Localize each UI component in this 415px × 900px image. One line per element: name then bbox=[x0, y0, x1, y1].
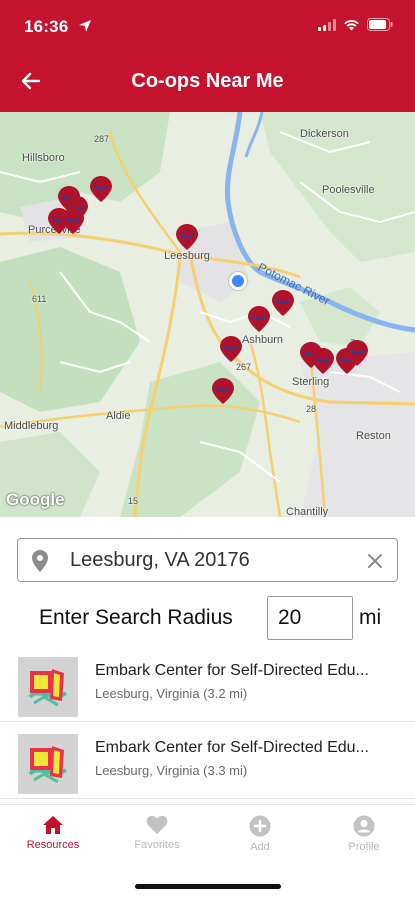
search-radius-input[interactable] bbox=[267, 596, 353, 640]
tab-profile[interactable]: Profile bbox=[319, 815, 409, 853]
map-label-middleburg: Middleburg bbox=[4, 420, 59, 432]
route-shield-15: 15 bbox=[128, 496, 139, 506]
map-background bbox=[0, 112, 415, 517]
search-radius-row: Enter Search Radius mi bbox=[0, 596, 415, 640]
signal-icon bbox=[318, 18, 336, 31]
result-thumbnail bbox=[18, 657, 78, 717]
map-label-ashburn: Ashburn bbox=[242, 334, 283, 346]
map-view[interactable]: Hillsboro Purcellville Leesburg Dickerso… bbox=[0, 112, 415, 517]
map-marker-pin[interactable] bbox=[220, 336, 242, 362]
profile-icon bbox=[353, 815, 375, 837]
map-label-hillsboro: Hillsboro bbox=[22, 152, 65, 164]
route-shield-287: 287 bbox=[94, 134, 110, 144]
map-marker-pin[interactable] bbox=[346, 340, 368, 366]
result-item[interactable]: Embark Center for Self-Directed Edu... L… bbox=[0, 650, 415, 722]
tab-resources[interactable]: Resources bbox=[8, 815, 98, 851]
map-label-leesburg: Leesburg bbox=[164, 250, 210, 262]
map-marker-pin[interactable] bbox=[176, 224, 198, 250]
result-location: Leesburg, Virginia (3.3 mi) bbox=[95, 763, 248, 778]
tab-label-resources: Resources bbox=[26, 839, 80, 851]
result-title: Embark Center for Self-Directed Edu... bbox=[95, 662, 369, 679]
tab-add[interactable]: Add bbox=[215, 815, 305, 853]
map-label-dickerson: Dickerson bbox=[300, 128, 349, 140]
location-arrow-icon bbox=[79, 20, 91, 32]
heart-icon bbox=[146, 815, 168, 834]
status-icons bbox=[318, 18, 393, 31]
tab-label-profile: Profile bbox=[348, 841, 380, 853]
tab-label-add: Add bbox=[250, 841, 270, 853]
map-marker-pin[interactable] bbox=[312, 348, 334, 374]
map-marker-pin[interactable] bbox=[90, 176, 112, 202]
map-marker-pin[interactable] bbox=[62, 208, 84, 234]
route-shield-611: 611 bbox=[32, 294, 47, 304]
close-icon[interactable] bbox=[365, 551, 385, 571]
route-shield-28: 28 bbox=[306, 404, 317, 414]
tab-favorites[interactable]: Favorites bbox=[112, 815, 202, 851]
coop-logo-icon bbox=[18, 734, 78, 794]
location-pin-icon bbox=[32, 550, 48, 572]
nav-bar: Co-ops Near Me bbox=[0, 54, 415, 110]
battery-icon bbox=[367, 18, 393, 31]
map-marker-pin[interactable] bbox=[212, 378, 234, 404]
page-title: Co-ops Near Me bbox=[131, 70, 284, 92]
status-time: 16:36 bbox=[24, 17, 69, 36]
map-marker-pin[interactable] bbox=[272, 290, 294, 316]
location-search-box[interactable] bbox=[17, 538, 398, 582]
search-radius-label: Enter Search Radius bbox=[39, 606, 233, 629]
google-attribution: Google bbox=[6, 490, 65, 509]
search-radius-unit: mi bbox=[359, 606, 382, 629]
home-indicator bbox=[135, 884, 281, 889]
plus-circle-icon bbox=[249, 815, 271, 837]
tab-label-favorites: Favorites bbox=[134, 839, 180, 851]
status-bar: 16:36 bbox=[0, 0, 415, 54]
map-marker-pin[interactable] bbox=[248, 306, 270, 332]
app-header: 16:36 Co-ops Near Me bbox=[0, 0, 415, 112]
wifi-icon bbox=[344, 19, 359, 30]
map-label-chantilly: Chantilly bbox=[286, 506, 329, 517]
result-thumbnail bbox=[18, 734, 78, 794]
coop-logo-icon bbox=[18, 657, 78, 717]
result-item[interactable]: Embark Center for Self-Directed Edu... L… bbox=[0, 727, 415, 799]
location-search-input[interactable] bbox=[70, 549, 340, 572]
home-icon bbox=[43, 816, 63, 834]
map-label-aldie: Aldie bbox=[106, 410, 131, 422]
map-label-sterling: Sterling bbox=[292, 376, 330, 388]
route-shield-267: 267 bbox=[236, 362, 252, 372]
map-label-poolesville: Poolesville bbox=[322, 184, 375, 196]
result-title: Embark Center for Self-Directed Edu... bbox=[95, 739, 369, 756]
user-location-dot bbox=[229, 272, 247, 290]
result-location: Leesburg, Virginia (3.2 mi) bbox=[95, 686, 248, 701]
map-label-reston: Reston bbox=[356, 430, 391, 442]
